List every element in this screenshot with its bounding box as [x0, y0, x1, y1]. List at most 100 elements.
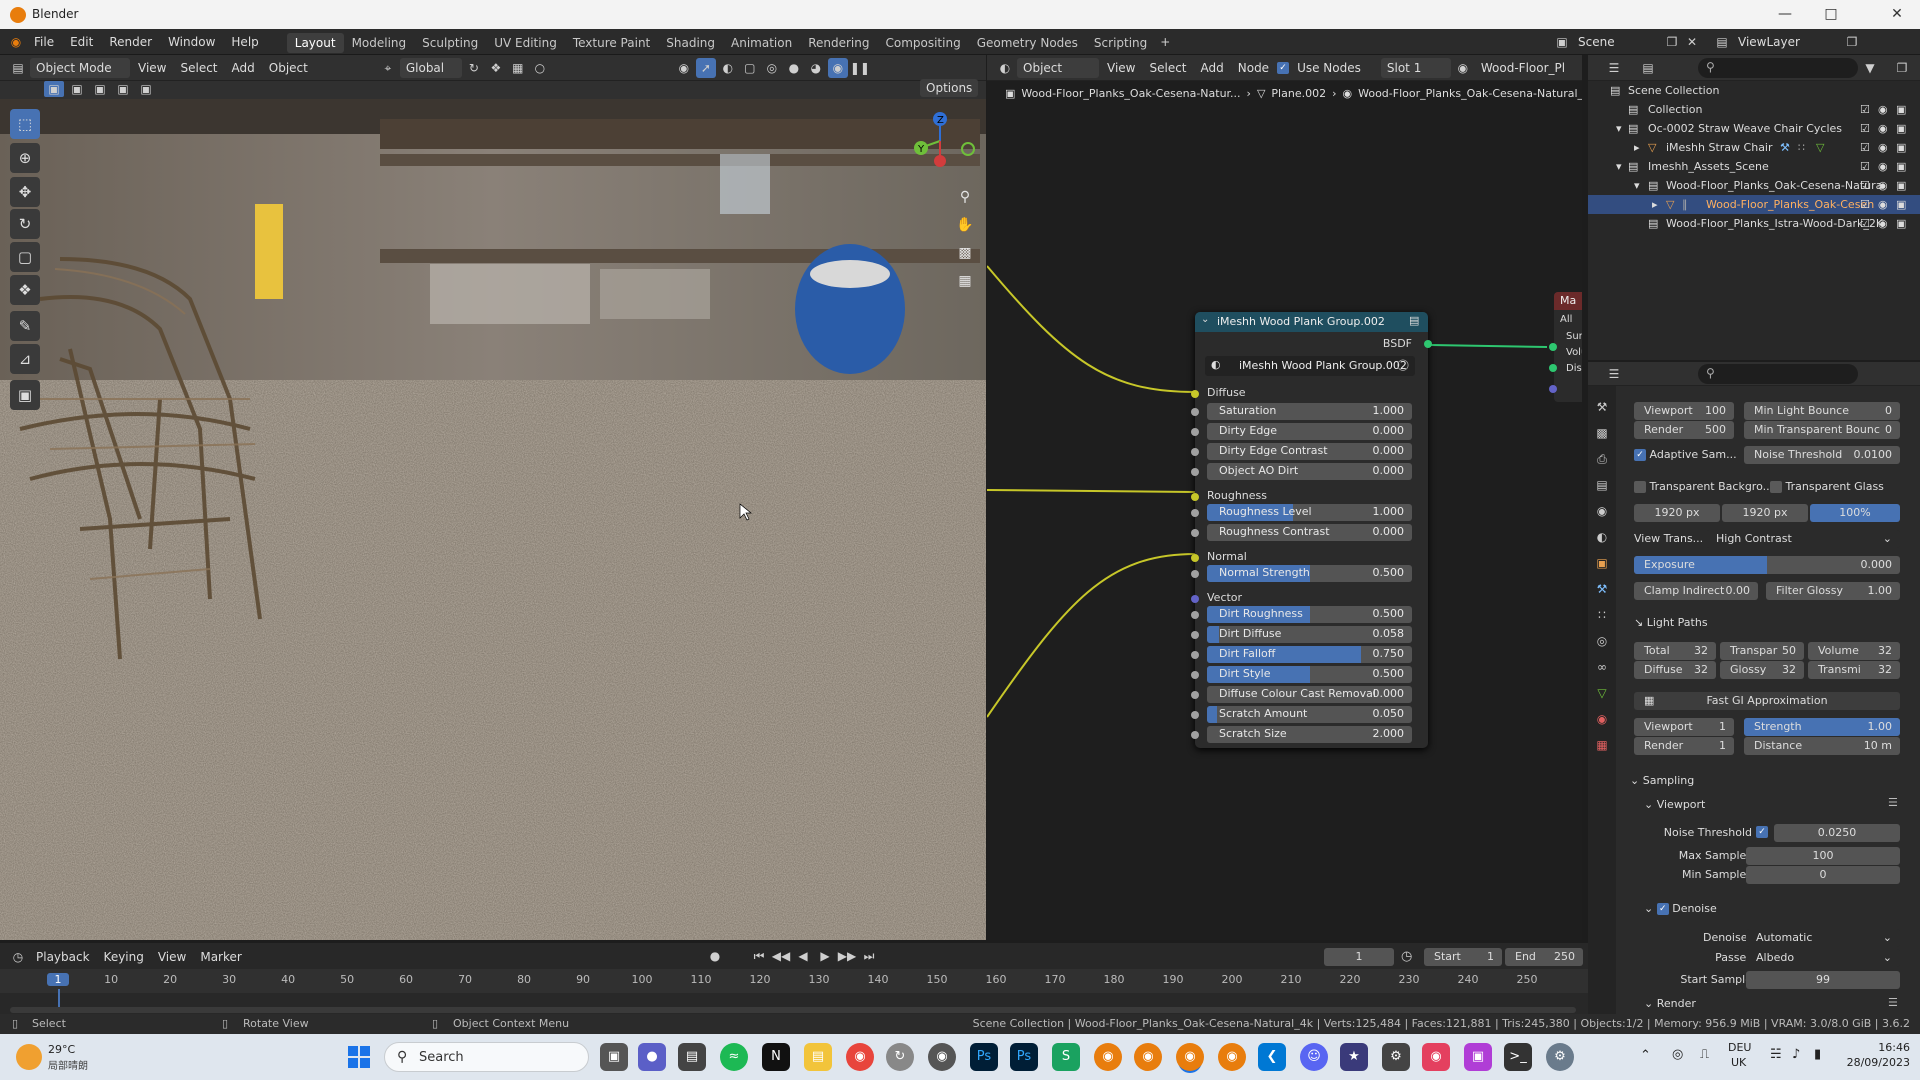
shader-type-selector[interactable]: Object — [1017, 58, 1099, 78]
denoiser-select[interactable]: Automatic ⌄ — [1746, 929, 1900, 947]
delete-scene-icon[interactable]: ✕ — [1682, 32, 1702, 52]
eye-icon[interactable]: ◉ — [1878, 217, 1888, 230]
gizmo-toggle-icon[interactable]: ➚ — [695, 58, 716, 78]
node-param-dirty-edge-contrast[interactable]: Dirty Edge Contrast 0.000 — [1207, 443, 1412, 460]
roughness-input-socket[interactable] — [1191, 493, 1199, 501]
properties-tab-icons[interactable]: ⚒ ▩ ⎙ ▤ ◉ ◐ ▣ ⚒ ∷ ◎ ∞ ▽ ◉ ▦ — [1588, 386, 1616, 758]
outliner-row[interactable]: ▾ ▤ Wood-Floor_Planks_Oak-Cesena-Natura — [1588, 176, 1920, 195]
diffuse-input-socket[interactable] — [1191, 390, 1199, 398]
texture-tab-icon[interactable]: ▦ — [1588, 732, 1616, 758]
select-invert-icon[interactable]: ▣ — [113, 81, 133, 97]
checkbox-icon[interactable]: ☑ — [1860, 122, 1870, 135]
param-input-socket[interactable] — [1191, 631, 1199, 639]
camera-view-icon[interactable]: ▩ — [955, 245, 975, 261]
tab-texture-paint[interactable]: Texture Paint — [565, 33, 658, 53]
zoom-icon[interactable]: ⚲ — [955, 189, 975, 205]
playhead-frame[interactable]: 1 — [47, 973, 69, 986]
scene-icon[interactable]: ▣ — [1552, 32, 1572, 52]
total-bounces-field[interactable]: Total 32 — [1634, 642, 1716, 660]
volume-bounces-field[interactable]: Volume 32 — [1808, 642, 1900, 660]
frame-ruler[interactable]: 1 10 20 30 40 50 60 70 80 90 100 110 120 130 140 150 160… — [0, 969, 1588, 1013]
tab-rendering[interactable]: Rendering — [800, 33, 877, 53]
app-icon[interactable]: ▣ — [1464, 1043, 1492, 1071]
timeline[interactable]: ◷ Playback Keying View Marker ● ⏮ ◀◀ ◀ ▶… — [0, 943, 1588, 1021]
add-cube-tool-icon[interactable]: ▣ — [10, 380, 40, 410]
param-input-socket[interactable] — [1191, 468, 1199, 476]
group-node[interactable]: iMeshh Wood Plank Group.002 ⌄ ▤ BSDF ◐ i… — [1191, 312, 1432, 748]
display-mode-icon[interactable]: ▤ — [1638, 58, 1658, 78]
param-input-socket[interactable] — [1191, 651, 1199, 659]
camera-icon[interactable]: ▣ — [1896, 160, 1906, 173]
tab-scripting[interactable]: Scripting — [1086, 33, 1155, 53]
start-sample-field[interactable]: 99 — [1746, 971, 1900, 989]
output-target[interactable]: All — [1554, 314, 1582, 325]
render-tab-icon[interactable]: ▩ — [1588, 420, 1616, 446]
node-param-dirt-diffuse[interactable]: Dirt Diffuse 0.058 — [1207, 626, 1412, 643]
exposure-slider[interactable]: Exposure 0.000 — [1634, 556, 1900, 574]
camera-icon[interactable]: ▣ — [1896, 141, 1906, 154]
node-param-dirt-falloff[interactable]: Dirt Falloff 0.750 — [1207, 646, 1412, 663]
node-param-normal-strength[interactable]: Normal Strength 0.500 — [1207, 565, 1412, 582]
node-param-dirty-edge[interactable]: Dirty Edge 0.000 — [1207, 423, 1412, 440]
diffuse-bounces-field[interactable]: Diffuse 32 — [1634, 661, 1716, 679]
select-new-icon[interactable]: ▣ — [44, 81, 64, 97]
chevron-down-icon[interactable]: ▾ — [1634, 179, 1640, 192]
node-param-object-ao-dirt[interactable]: Object AO Dirt 0.000 — [1207, 463, 1412, 480]
timeline-menu-marker[interactable]: Marker — [194, 947, 247, 967]
sync-icon[interactable]: ↻ — [886, 1043, 914, 1071]
snap-target-icon[interactable]: ▦ — [508, 58, 528, 78]
viewlayer-name[interactable]: ViewLayer — [1732, 32, 1842, 52]
outliner-search-input[interactable]: ⚲ — [1698, 58, 1858, 78]
perspective-grid-icon[interactable]: ▦ — [955, 273, 975, 289]
menu-edit[interactable]: Edit — [62, 29, 101, 55]
checkbox-icon[interactable]: ☑ — [1860, 179, 1870, 192]
render-samples-field[interactable]: Render 500 — [1634, 421, 1734, 439]
param-input-socket[interactable] — [1191, 671, 1199, 679]
modifier-tab-icon[interactable]: ⚒ — [1588, 576, 1616, 602]
outliner-row-selected[interactable]: ▸ ▽ ∥ Wood-Floor_Planks_Oak-Cesen — [1588, 195, 1920, 214]
camera-icon[interactable]: ▣ — [1896, 179, 1906, 192]
clamp-indirect-field[interactable]: Clamp Indirect 0.00 — [1634, 582, 1758, 600]
app-icon[interactable]: ⚙ — [1382, 1043, 1410, 1071]
eye-icon[interactable]: ◉ — [1878, 179, 1888, 192]
tool-tab-icon[interactable]: ⚒ — [1588, 394, 1616, 420]
add-workspace-icon[interactable]: + — [1155, 32, 1175, 52]
slot-selector[interactable]: Slot 1 — [1380, 58, 1451, 78]
gi-strength-slider[interactable]: Strength 1.00 — [1744, 718, 1900, 736]
end-frame-field[interactable]: End 250 — [1505, 948, 1583, 966]
node-param-dirt-roughness[interactable]: Dirt Roughness 0.500 — [1207, 606, 1412, 623]
timeline-editor-icon[interactable]: ◷ — [8, 947, 28, 967]
noise-threshold-field[interactable]: Noise Threshold 0.0100 — [1744, 446, 1900, 464]
windows-start-icon[interactable] — [346, 1044, 372, 1070]
menu-window[interactable]: Window — [160, 29, 223, 55]
menu-render[interactable]: Render — [101, 29, 160, 55]
use-nodes-checkbox[interactable]: ✓ — [1277, 62, 1290, 74]
photoshop-icon[interactable]: Ps — [970, 1043, 998, 1071]
usb-icon[interactable]: ⎍ — [1700, 1047, 1709, 1062]
weather-icon[interactable] — [16, 1044, 42, 1070]
new-scene-icon[interactable]: ❐ — [1662, 32, 1682, 52]
blender-menu-icon[interactable]: ◉ — [6, 32, 26, 52]
denoise-subpanel[interactable]: ⌄ ✓ Denoise — [1644, 902, 1717, 915]
min-transparent-bounce-field[interactable]: Min Transparent Bounc 0 — [1744, 421, 1900, 439]
s-noise-threshold-field[interactable]: 0.0250 — [1774, 824, 1900, 842]
chevron-right-icon[interactable]: ▸ — [1634, 141, 1640, 154]
param-input-socket[interactable] — [1191, 731, 1199, 739]
material-shading-icon[interactable]: ◕ — [806, 58, 826, 78]
fake-user-shield-icon[interactable]: ◯ — [1397, 358, 1409, 371]
3d-viewport[interactable]: ⬚ ⊕ ✥ ↻ ▢ ❖ ✎ ⊿ ▣ Z Y ⚲ ✋ ▩ ▦ — [0, 99, 986, 940]
checkbox-icon[interactable]: ☑ — [1860, 198, 1870, 211]
camera-icon[interactable]: ▣ — [1896, 217, 1906, 230]
tab-animation[interactable]: Animation — [723, 33, 800, 53]
viewport-samples-field[interactable]: Viewport 100 — [1634, 402, 1734, 420]
navigation-gizmo[interactable]: Z Y — [895, 109, 985, 169]
sampling-viewport-subpanel[interactable]: ⌄ Viewport — [1644, 798, 1705, 811]
discord-icon[interactable]: ☺ — [1300, 1043, 1328, 1071]
cursor-tool-icon[interactable]: ⊕ — [10, 143, 40, 173]
input-lang-1[interactable]: DEU — [1728, 1041, 1751, 1054]
viewport-menu-add[interactable]: Add — [226, 58, 261, 78]
camera-icon[interactable]: ▣ — [1896, 198, 1906, 211]
next-keyframe-icon[interactable]: ▶▶ — [837, 946, 857, 966]
properties-type-icon[interactable]: ☰ — [1604, 364, 1624, 384]
visibility-icon[interactable]: ◉ — [674, 58, 694, 78]
